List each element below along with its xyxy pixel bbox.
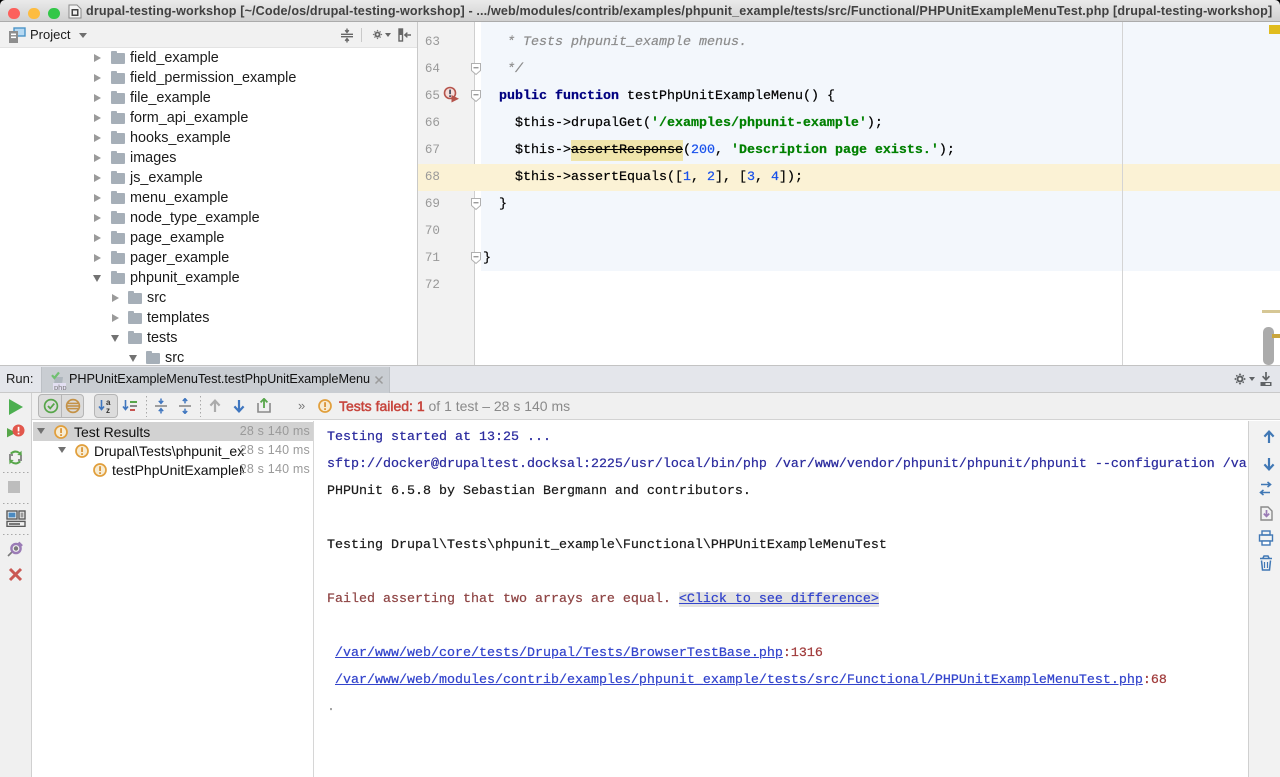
svg-text:php: php [54,383,67,390]
svg-text:z: z [106,406,110,414]
